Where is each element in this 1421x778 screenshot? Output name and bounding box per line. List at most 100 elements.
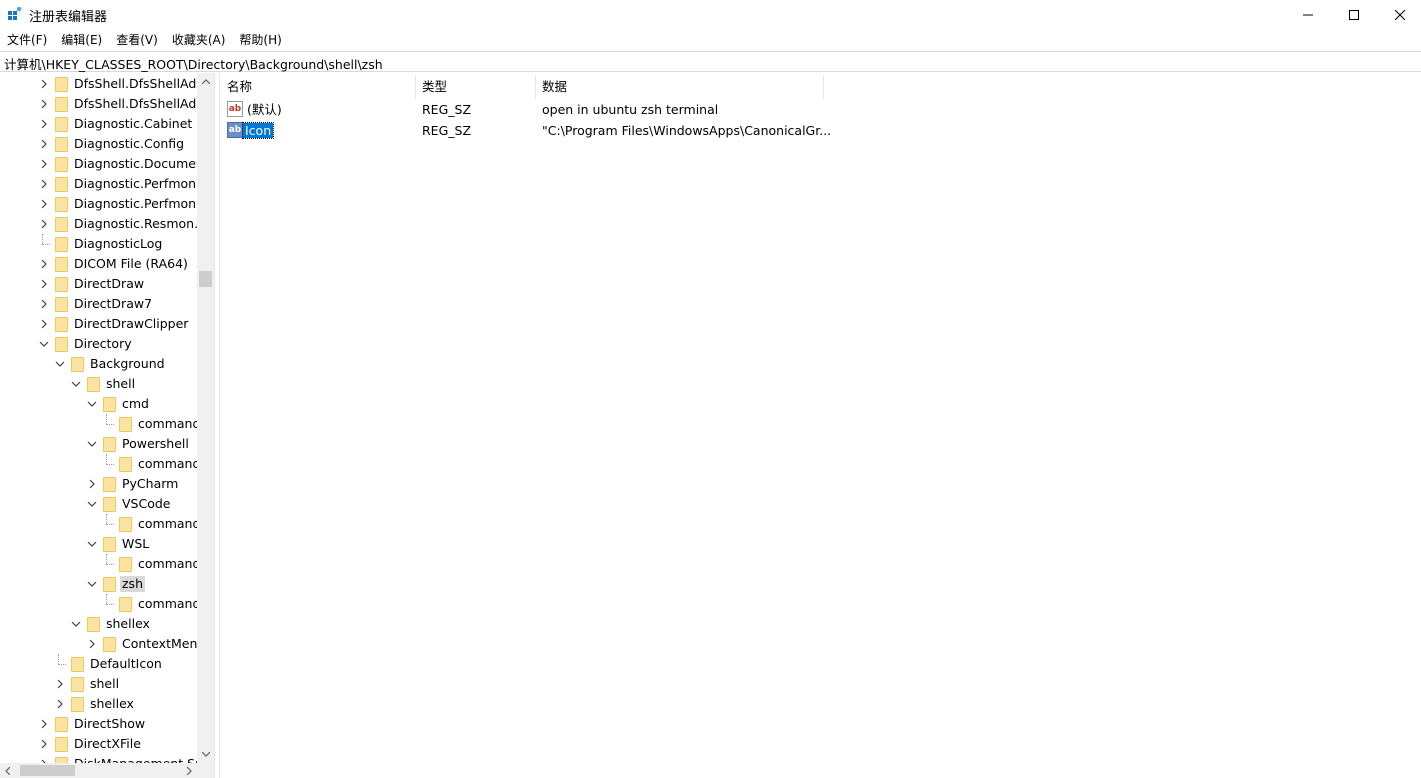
chevron-right-icon[interactable] xyxy=(38,178,50,190)
horizontal-scroll-thumb[interactable] xyxy=(20,765,75,776)
chevron-right-icon[interactable] xyxy=(38,738,50,750)
value-name: (默认) xyxy=(247,102,282,117)
tree-item[interactable]: command xyxy=(0,554,197,574)
chevron-right-icon[interactable] xyxy=(54,698,66,710)
chevron-right-icon[interactable] xyxy=(38,78,50,90)
tree-item[interactable]: DfsShell.DfsShellAdm xyxy=(0,74,197,94)
scroll-thumb[interactable] xyxy=(199,271,212,287)
chevron-right-icon[interactable] xyxy=(38,278,50,290)
scroll-down-arrow[interactable] xyxy=(197,746,214,763)
tree-item[interactable]: Diagnostic.Cabinet xyxy=(0,114,197,134)
title-bar: 注册表编辑器 xyxy=(0,0,1421,30)
tree-item[interactable]: ContextMenu xyxy=(0,634,197,654)
tree-item-label: command xyxy=(138,596,197,611)
pane-splitter[interactable] xyxy=(214,73,220,778)
tree-item[interactable]: DirectDrawClipper xyxy=(0,314,197,334)
chevron-right-icon[interactable] xyxy=(38,98,50,110)
chevron-right-icon[interactable] xyxy=(38,138,50,150)
chevron-down-icon[interactable] xyxy=(54,358,66,370)
chevron-right-icon[interactable] xyxy=(38,198,50,210)
tree-item[interactable]: cmd xyxy=(0,394,197,414)
menu-help[interactable]: 帮助(H) xyxy=(232,30,288,50)
chevron-right-icon[interactable] xyxy=(54,678,66,690)
chevron-left-icon xyxy=(5,766,10,775)
chevron-down-icon[interactable] xyxy=(86,498,98,510)
address-path[interactable]: 计算机\HKEY_CLASSES_ROOT\Directory\Backgrou… xyxy=(4,54,383,73)
tree-item[interactable]: command xyxy=(0,454,197,474)
tree-item[interactable]: Directory xyxy=(0,334,197,354)
tree-item[interactable]: Background xyxy=(0,354,197,374)
tree-item[interactable]: shell xyxy=(0,674,197,694)
tree-item[interactable]: DirectDraw7 xyxy=(0,294,197,314)
minimize-button[interactable] xyxy=(1285,0,1331,30)
value-row-icon[interactable]: ab Icon REG_SZ "C:\Program Files\Windows… xyxy=(221,120,1421,141)
chevron-down-icon[interactable] xyxy=(86,438,98,450)
tree-item[interactable]: shellex xyxy=(0,694,197,714)
scroll-left-arrow[interactable] xyxy=(0,763,15,778)
folder-icon xyxy=(55,337,68,352)
tree-horizontal-scrollbar[interactable] xyxy=(0,763,214,778)
tree-item[interactable]: DfsShell.DfsShellAdm xyxy=(0,94,197,114)
scroll-right-arrow[interactable] xyxy=(182,763,197,778)
tree-item[interactable]: DiagnosticLog xyxy=(0,234,197,254)
chevron-down-icon[interactable] xyxy=(70,618,82,630)
tree-item[interactable]: shell xyxy=(0,374,197,394)
tree-item[interactable]: shellex xyxy=(0,614,197,634)
maximize-button[interactable] xyxy=(1331,0,1377,30)
menu-favorites[interactable]: 收藏夹(A) xyxy=(165,30,233,50)
chevron-right-icon[interactable] xyxy=(38,298,50,310)
column-name[interactable]: 名称 xyxy=(221,75,416,99)
chevron-down-icon[interactable] xyxy=(86,538,98,550)
tree-item[interactable]: zsh xyxy=(0,574,197,594)
menu-edit[interactable]: 编辑(E) xyxy=(54,30,109,50)
tree-item[interactable]: Diagnostic.Resmon.C xyxy=(0,214,197,234)
tree-item[interactable]: PyCharm xyxy=(0,474,197,494)
menu-file[interactable]: 文件(F) xyxy=(0,30,54,50)
tree-item[interactable]: command xyxy=(0,594,197,614)
tree-vertical-scrollbar[interactable] xyxy=(197,73,214,763)
chevron-right-icon[interactable] xyxy=(38,218,50,230)
column-type[interactable]: 类型 xyxy=(416,75,536,99)
scroll-up-arrow[interactable] xyxy=(197,73,214,90)
folder-icon xyxy=(71,677,84,692)
column-data[interactable]: 数据 xyxy=(536,75,824,99)
tree-item-label: Diagnostic.Resmon.C xyxy=(74,216,197,231)
chevron-right-icon[interactable] xyxy=(38,118,50,130)
tree-item[interactable]: Powershell xyxy=(0,434,197,454)
tree-item[interactable]: VSCode xyxy=(0,494,197,514)
string-value-icon: ab xyxy=(227,122,243,138)
value-type: REG_SZ xyxy=(422,123,472,138)
maximize-icon xyxy=(1349,10,1359,20)
address-bar[interactable]: 计算机\HKEY_CLASSES_ROOT\Directory\Backgrou… xyxy=(0,51,1421,72)
tree-item[interactable]: DirectDraw xyxy=(0,274,197,294)
tree-item[interactable]: command xyxy=(0,514,197,534)
close-button[interactable] xyxy=(1377,0,1421,30)
tree-item[interactable]: Diagnostic.Perfmon.D xyxy=(0,194,197,214)
chevron-down-icon[interactable] xyxy=(70,378,82,390)
chevron-down-icon[interactable] xyxy=(38,338,50,350)
menu-view[interactable]: 查看(V) xyxy=(109,30,165,50)
tree-item-label: DICOM File (RA64) xyxy=(74,256,188,271)
chevron-down-icon[interactable] xyxy=(86,398,98,410)
chevron-down-icon[interactable] xyxy=(86,578,98,590)
tree-item-label: DiagnosticLog xyxy=(74,236,163,251)
chevron-right-icon[interactable] xyxy=(86,638,98,650)
tree-item[interactable]: DirectShow xyxy=(0,714,197,734)
value-row-default[interactable]: ab (默认) REG_SZ open in ubuntu zsh termin… xyxy=(221,99,1421,120)
tree-item[interactable]: DirectXFile xyxy=(0,734,197,754)
tree-item[interactable]: WSL xyxy=(0,534,197,554)
chevron-right-icon[interactable] xyxy=(38,718,50,730)
tree-item[interactable]: DefaultIcon xyxy=(0,654,197,674)
tree-item[interactable]: command xyxy=(0,414,197,434)
chevron-right-icon[interactable] xyxy=(38,158,50,170)
chevron-right-icon[interactable] xyxy=(86,478,98,490)
value-data: open in ubuntu zsh terminal xyxy=(542,102,719,117)
tree-item[interactable]: Diagnostic.Config xyxy=(0,134,197,154)
folder-icon xyxy=(119,457,132,472)
values-list-pane: 名称 类型 数据 ab (默认) REG_SZ open in ubuntu z… xyxy=(221,73,1421,778)
tree-item[interactable]: DICOM File (RA64) xyxy=(0,254,197,274)
chevron-right-icon[interactable] xyxy=(38,258,50,270)
tree-item[interactable]: Diagnostic.Perfmon.C xyxy=(0,174,197,194)
chevron-right-icon[interactable] xyxy=(38,318,50,330)
tree-item[interactable]: Diagnostic.Document xyxy=(0,154,197,174)
